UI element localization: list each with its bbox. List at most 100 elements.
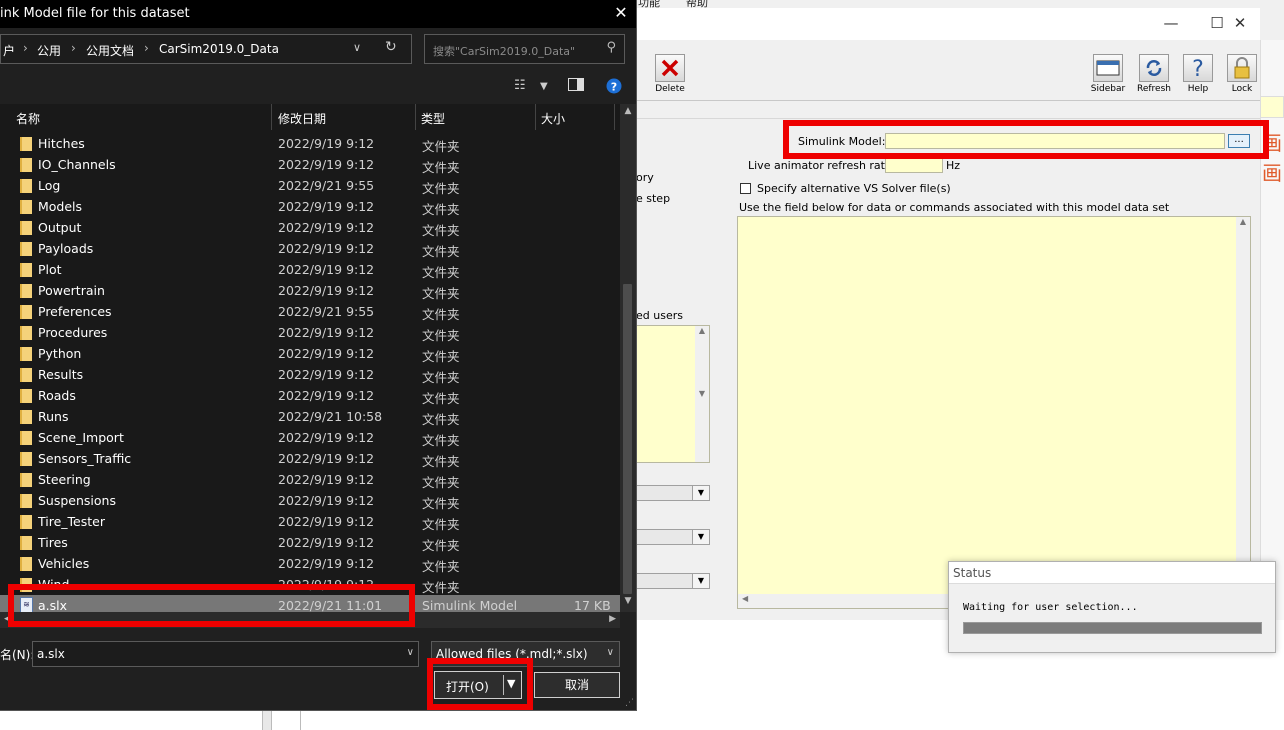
- chevron-down-icon[interactable]: ▼: [540, 81, 548, 92]
- preview-pane-icon[interactable]: [568, 78, 584, 95]
- cancel-button[interactable]: 取消: [534, 672, 620, 698]
- folder-icon: [20, 557, 32, 571]
- file-date: 2022/9/19 9:12: [278, 262, 375, 277]
- file-type: 文件夹: [422, 580, 460, 595]
- breadcrumb-public[interactable]: 公用: [37, 42, 61, 59]
- view-options-icon[interactable]: ☷: [514, 78, 526, 93]
- left-combo-3[interactable]: ▼: [636, 573, 710, 589]
- folder-row[interactable]: Plot 2022/9/19 9:12 文件夹: [0, 259, 620, 280]
- lock-button[interactable]: Lock: [1220, 54, 1264, 100]
- column-divider[interactable]: [614, 104, 615, 130]
- folder-row[interactable]: Procedures 2022/9/19 9:12 文件夹: [0, 322, 620, 343]
- notes-textarea[interactable]: ▲ ◀: [737, 216, 1251, 609]
- file-name: Vehicles: [38, 556, 90, 571]
- column-header-date[interactable]: 修改日期: [278, 110, 326, 127]
- chevron-down-icon[interactable]: ∨: [353, 41, 361, 54]
- left-combo-2[interactable]: ▼: [636, 529, 710, 545]
- notes-scrollbar[interactable]: ▲: [1236, 217, 1250, 587]
- folder-icon: [20, 158, 32, 172]
- breadcrumb-public-docs[interactable]: 公用文档: [86, 42, 134, 59]
- menu-item-help[interactable]: 帮助: [686, 0, 708, 8]
- file-list-vscrollbar[interactable]: ▲ ▼: [620, 104, 636, 612]
- delete-button[interactable]: Delete: [648, 54, 692, 100]
- folder-row[interactable]: Output 2022/9/19 9:12 文件夹: [0, 217, 620, 238]
- scroll-down-icon[interactable]: ▼: [620, 596, 636, 610]
- folder-row[interactable]: Steering 2022/9/19 9:12 文件夹: [0, 469, 620, 490]
- folder-row[interactable]: Powertrain 2022/9/19 9:12 文件夹: [0, 280, 620, 301]
- folder-row[interactable]: IO_Channels 2022/9/19 9:12 文件夹: [0, 154, 620, 175]
- folder-row[interactable]: Payloads 2022/9/19 9:12 文件夹: [0, 238, 620, 259]
- alt-solver-label: Specify alternative VS Solver file(s): [757, 182, 951, 195]
- close-button[interactable]: ✕: [1217, 8, 1263, 40]
- help-button[interactable]: ? Help: [1176, 54, 1220, 100]
- column-divider[interactable]: [415, 104, 416, 130]
- folder-row[interactable]: Log 2022/9/21 9:55 文件夹: [0, 175, 620, 196]
- breadcrumb-carsim-data[interactable]: CarSim2019.0_Data: [159, 42, 279, 56]
- scroll-up-icon[interactable]: ▲: [620, 106, 636, 120]
- minimize-button[interactable]: —: [1148, 8, 1194, 40]
- left-combo-1[interactable]: ▼: [636, 485, 710, 501]
- sidebar-button[interactable]: Sidebar: [1086, 54, 1130, 100]
- scroll-corner: [620, 612, 636, 628]
- column-header-type[interactable]: 类型: [421, 110, 445, 127]
- folder-icon: [20, 494, 32, 508]
- dialog-titlebar: ink Model file for this dataset ✕: [0, 0, 636, 28]
- column-header-size[interactable]: 大小: [541, 110, 565, 127]
- help-icon[interactable]: ?: [606, 78, 622, 98]
- folder-row[interactable]: Tires 2022/9/19 9:12 文件夹: [0, 532, 620, 553]
- right-edge-yellow-field[interactable]: [1260, 96, 1284, 118]
- folder-row[interactable]: Runs 2022/9/21 10:58 文件夹: [0, 406, 620, 427]
- folder-row[interactable]: Vehicles 2022/9/19 9:12 文件夹: [0, 553, 620, 574]
- file-name: Log: [38, 178, 61, 193]
- alt-solver-checkbox[interactable]: [740, 183, 751, 194]
- resize-grip-icon[interactable]: ⋰: [625, 698, 634, 708]
- column-divider[interactable]: [271, 104, 272, 130]
- refresh-icon[interactable]: ↻: [385, 39, 397, 55]
- lower-panel-divider: [262, 710, 272, 730]
- folder-row[interactable]: Sensors_Traffic 2022/9/19 9:12 文件夹: [0, 448, 620, 469]
- search-input[interactable]: 搜索"CarSim2019.0_Data" ⚲: [424, 34, 625, 64]
- folder-row[interactable]: Suspensions 2022/9/19 9:12 文件夹: [0, 490, 620, 511]
- dialog-close-button[interactable]: ✕: [610, 2, 632, 24]
- scroll-thumb[interactable]: [623, 284, 632, 594]
- users-textarea-scrollbar[interactable]: ▲ ▼: [695, 326, 709, 462]
- refresh-rate-field[interactable]: [885, 157, 943, 173]
- folder-row[interactable]: Tire_Tester 2022/9/19 9:12 文件夹: [0, 511, 620, 532]
- chevron-right-icon: ›: [71, 41, 76, 55]
- folder-row[interactable]: Hitches 2022/9/19 9:12 文件夹: [0, 133, 620, 154]
- folder-row[interactable]: Models 2022/9/19 9:12 文件夹: [0, 196, 620, 217]
- lock-label: Lock: [1231, 84, 1253, 94]
- breadcrumb-user[interactable]: 户: [3, 42, 15, 59]
- file-name: Tires: [38, 535, 68, 550]
- address-bar[interactable]: 户 › 公用 › 公用文档 › CarSim2019.0_Data ∨ ↻: [0, 34, 412, 64]
- folder-row[interactable]: Roads 2022/9/19 9:12 文件夹: [0, 385, 620, 406]
- column-divider[interactable]: [535, 104, 536, 130]
- folder-icon: [20, 284, 32, 298]
- file-name: Plot: [38, 262, 62, 277]
- menu-item-function[interactable]: 功能: [638, 0, 660, 8]
- status-popup: Status Waiting for user selection...: [948, 561, 1276, 653]
- filename-input[interactable]: a.slx ∨: [32, 641, 419, 667]
- file-type: 文件夹: [422, 265, 460, 280]
- delete-x-icon: [655, 54, 685, 82]
- scroll-right-icon[interactable]: ▶: [609, 614, 616, 624]
- folder-row[interactable]: Scene_Import 2022/9/19 9:12 文件夹: [0, 427, 620, 448]
- folder-icon: [20, 431, 32, 445]
- refresh-button[interactable]: Refresh: [1132, 54, 1176, 100]
- file-name: Scene_Import: [38, 430, 124, 445]
- chevron-down-icon[interactable]: ∨: [407, 647, 414, 658]
- folder-row[interactable]: Results 2022/9/19 9:12 文件夹: [0, 364, 620, 385]
- folder-icon: [20, 263, 32, 277]
- folder-row[interactable]: Python 2022/9/19 9:12 文件夹: [0, 343, 620, 364]
- file-name: Powertrain: [38, 283, 105, 298]
- folder-icon: [20, 410, 32, 424]
- file-type: 文件夹: [422, 391, 460, 406]
- file-date: 2022/9/19 9:12: [278, 388, 375, 403]
- search-icon[interactable]: ⚲: [606, 40, 616, 55]
- users-textarea[interactable]: ▲ ▼: [636, 325, 710, 463]
- svg-text:?: ?: [1192, 57, 1204, 79]
- folder-icon: [20, 305, 32, 319]
- file-type: 文件夹: [422, 433, 460, 448]
- folder-row[interactable]: Preferences 2022/9/21 9:55 文件夹: [0, 301, 620, 322]
- column-header-name[interactable]: 名称: [16, 110, 40, 127]
